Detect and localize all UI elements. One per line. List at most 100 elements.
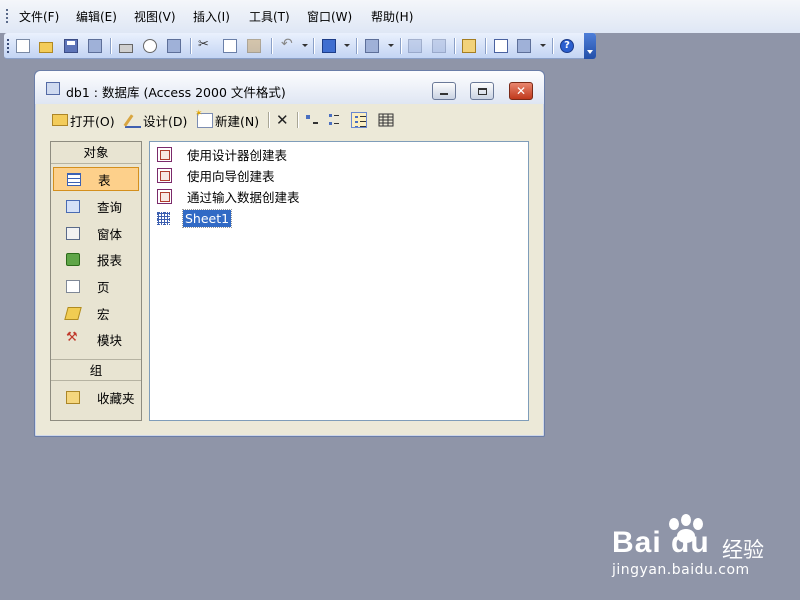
object-queries[interactable]: 查询 <box>53 194 139 218</box>
toolbar-separator <box>552 38 553 54</box>
new-button-label: 新建(N) <box>215 113 260 129</box>
minimize-button[interactable] <box>432 82 456 100</box>
script-icon[interactable] <box>430 37 448 55</box>
new-object-icon <box>195 109 213 128</box>
object-reports[interactable]: 报表 <box>53 247 139 271</box>
toolbar-separator <box>454 38 455 54</box>
menu-help[interactable]: 帮助(H) <box>371 8 413 25</box>
objects-header[interactable]: 对象 <box>51 142 141 164</box>
create-table-wizard-icon <box>157 167 172 183</box>
object-label: 窗体 <box>97 226 123 242</box>
group-favorites[interactable]: 收藏夹 <box>53 385 139 409</box>
toolbar-separator <box>110 38 111 54</box>
details-view-button[interactable] <box>378 110 394 130</box>
delete-button[interactable] <box>275 110 291 130</box>
print-preview-icon[interactable] <box>141 37 159 55</box>
details-icon <box>378 113 394 127</box>
object-forms[interactable]: 窗体 <box>53 221 139 245</box>
toolbar-separator <box>400 38 401 54</box>
create-table-wizard-icon <box>157 188 172 204</box>
menu-edit[interactable]: 编辑(E) <box>76 8 117 25</box>
undo-icon[interactable] <box>278 36 296 55</box>
menu-tools[interactable]: 工具(T) <box>249 8 290 25</box>
menu-bar-grip[interactable] <box>6 9 8 23</box>
object-label: 报表 <box>97 252 123 268</box>
new-object-dropdown-arrow[interactable] <box>540 44 546 47</box>
object-label: 查询 <box>97 199 123 215</box>
toolbar-separator <box>190 38 191 54</box>
report-icon <box>66 252 80 266</box>
query-icon <box>66 199 80 213</box>
open-button[interactable]: 打开(O) <box>52 110 115 130</box>
large-icons-icon <box>306 115 318 124</box>
object-label: 页 <box>97 279 110 295</box>
object-tables[interactable]: 表 <box>53 167 139 191</box>
maximize-button[interactable] <box>470 82 494 100</box>
list-item-create-by-entering-data[interactable]: 通过输入数据创建表 <box>157 187 300 205</box>
toolbar-options-chevron-icon[interactable] <box>584 33 596 59</box>
database-window-icon[interactable] <box>46 82 60 95</box>
favorites-folder-icon <box>66 390 80 404</box>
design-button-label: 设计(D) <box>143 113 188 129</box>
code-icon[interactable] <box>406 37 424 55</box>
maximize-icon <box>477 87 487 95</box>
list-view-button[interactable] <box>351 110 367 130</box>
toolbar-separator <box>297 112 298 128</box>
list-item-table-sheet1[interactable]: Sheet1 <box>157 208 233 228</box>
small-icons-view-button[interactable] <box>328 110 344 130</box>
office-links-icon[interactable] <box>320 37 338 55</box>
print-icon[interactable] <box>117 37 135 55</box>
close-icon: ✕ <box>515 84 527 98</box>
new-button[interactable]: 新建(N) <box>195 109 260 130</box>
list-item-create-in-design-view[interactable]: 使用设计器创建表 <box>157 145 287 163</box>
table-icon <box>157 211 170 225</box>
properties-icon[interactable] <box>460 37 478 55</box>
spelling-icon[interactable] <box>165 37 183 55</box>
large-icons-view-button[interactable] <box>304 110 320 130</box>
list-item-label: 通过输入数据创建表 <box>187 189 300 205</box>
objects-bar: 对象 表 查询 窗体 报表 页 宏 模块 组 收藏夹 <box>50 141 142 421</box>
list-item-label: Sheet1 <box>181 208 233 228</box>
open-icon[interactable] <box>37 37 55 55</box>
paste-icon[interactable] <box>245 37 263 55</box>
menu-file[interactable]: 文件(F) <box>19 8 59 25</box>
cut-icon[interactable] <box>196 37 214 55</box>
menu-insert[interactable]: 插入(I) <box>193 8 230 25</box>
list-item-create-with-wizard[interactable]: 使用向导创建表 <box>157 166 275 184</box>
watermark-url: jingyan.baidu.com <box>612 562 750 578</box>
design-button[interactable]: 设计(D) <box>125 110 187 130</box>
copy-icon[interactable] <box>221 37 239 55</box>
file-search-icon[interactable] <box>86 37 104 55</box>
create-table-wizard-icon <box>157 146 172 162</box>
undo-dropdown-arrow[interactable] <box>302 44 308 47</box>
menu-view[interactable]: 视图(V) <box>134 8 176 25</box>
object-pages[interactable]: 页 <box>53 274 139 298</box>
office-links-dropdown-arrow[interactable] <box>344 44 350 47</box>
toolbar-grip[interactable] <box>7 39 9 53</box>
object-label: 模块 <box>97 332 123 348</box>
database-window-titlebar[interactable]: db1 : 数据库 (Access 2000 文件格式) ✕ <box>35 71 544 104</box>
close-button[interactable]: ✕ <box>509 82 533 100</box>
table-icon <box>67 172 81 186</box>
relationships-icon[interactable] <box>492 37 510 55</box>
toolbar-separator <box>356 38 357 54</box>
new-icon[interactable] <box>14 37 32 55</box>
jingyan-text: 经验 <box>722 538 764 562</box>
database-window-toolbar: 打开(O) 设计(D) 新建(N) <box>35 107 544 133</box>
menu-window[interactable]: 窗口(W) <box>307 8 352 25</box>
groups-header[interactable]: 组 <box>51 359 141 381</box>
toolbar-separator <box>313 38 314 54</box>
object-modules[interactable]: 模块 <box>53 327 139 351</box>
object-label: 表 <box>98 172 111 188</box>
analyze-dropdown-arrow[interactable] <box>388 44 394 47</box>
macro-icon <box>64 306 82 320</box>
new-object-icon[interactable] <box>515 37 533 55</box>
help-icon[interactable]: ? <box>558 37 576 55</box>
delete-icon <box>275 111 291 129</box>
design-icon <box>125 113 141 128</box>
toolbar-separator <box>271 38 272 54</box>
analyze-icon[interactable] <box>363 37 381 55</box>
module-icon <box>66 330 80 346</box>
object-macros[interactable]: 宏 <box>53 301 139 325</box>
save-icon[interactable] <box>62 37 80 55</box>
